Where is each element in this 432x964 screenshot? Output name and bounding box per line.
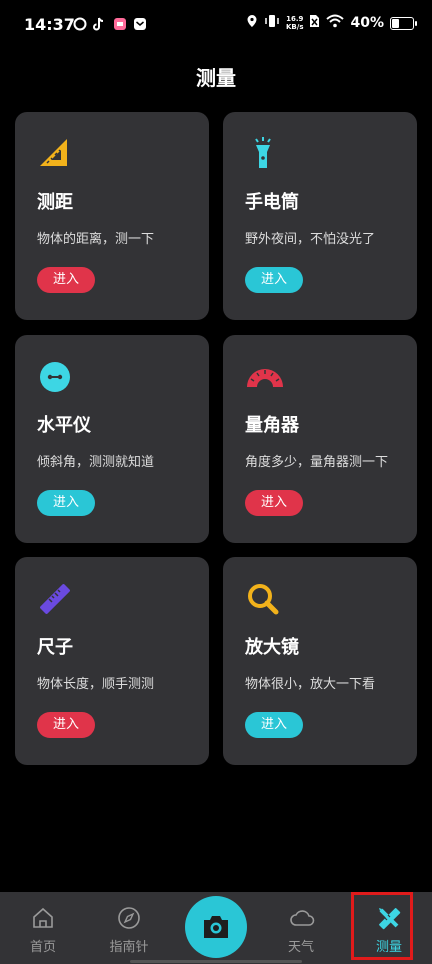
nav-item-home[interactable]: 首页 (0, 892, 86, 964)
enter-button-ruler[interactable]: 进入 (37, 712, 95, 738)
page-title: 测量 (196, 66, 236, 90)
card-title: 尺子 (37, 637, 73, 658)
card-protractor[interactable]: 量角器 角度多少，量角器测一下 进入 (223, 335, 417, 543)
ruler-icon (37, 581, 73, 617)
net-speed: 16.9 KB/s (286, 15, 303, 31)
flashlight-icon (245, 136, 281, 172)
home-indicator (130, 960, 302, 963)
card-level[interactable]: 水平仪 倾斜角，测测就知道 进入 (15, 335, 209, 543)
card-flashlight[interactable]: 手电筒 野外夜间，不怕没光了 进入 (223, 112, 417, 320)
app-badge-icon (113, 16, 127, 30)
enter-button-magnifier[interactable]: 进入 (245, 712, 303, 738)
mail-app-icon (133, 16, 147, 30)
nav-label: 首页 (29, 940, 56, 955)
card-ruler[interactable]: 尺子 物体长度，顺手测测 进入 (15, 557, 209, 765)
nav-label: 天气 (287, 940, 314, 955)
card-title: 量角器 (245, 415, 299, 436)
home-icon (31, 906, 55, 930)
location-icon (246, 14, 258, 32)
enter-button-protractor[interactable]: 进入 (245, 490, 303, 516)
card-title: 水平仪 (37, 415, 91, 436)
camera-button[interactable] (185, 896, 247, 958)
status-time: 14:37 (24, 15, 75, 34)
enter-button-distance[interactable]: 进入 (37, 267, 95, 293)
battery-icon (390, 16, 417, 30)
card-description: 野外夜间，不怕没光了 (245, 232, 376, 247)
battery-fill (392, 18, 400, 28)
enter-button-flashlight[interactable]: 进入 (245, 267, 303, 293)
status-right: 16.9 KB/s 40% (246, 14, 417, 32)
nav-label: 指南针 (109, 940, 149, 955)
magnifier-icon (245, 581, 281, 617)
tiktok-icon (93, 16, 107, 31)
vibrate-icon (264, 14, 280, 32)
nav-label: 测量 (375, 940, 402, 955)
card-description: 物体长度，顺手测测 (37, 677, 155, 692)
battery-percent: 40% (350, 15, 384, 31)
camera-icon (202, 914, 230, 944)
ruler-pencil-icon (377, 906, 401, 930)
net-speed-value: 16.9 (286, 15, 304, 23)
card-title: 放大镜 (245, 637, 299, 658)
card-description: 物体很小，放大一下看 (245, 677, 376, 692)
compass-icon (117, 906, 141, 930)
card-distance[interactable]: 测距 物体的距离，测一下 进入 (15, 112, 209, 320)
nav-item-weather[interactable]: 天气 (258, 892, 344, 964)
card-title: 测距 (37, 192, 73, 213)
card-magnifier[interactable]: 放大镜 物体很小，放大一下看 进入 (223, 557, 417, 765)
cloud-icon (289, 906, 315, 930)
nav-item-measure[interactable]: 测量 (346, 892, 432, 964)
nav-item-compass[interactable]: 指南针 (86, 892, 172, 964)
card-description: 角度多少，量角器测一下 (245, 455, 389, 470)
wifi-icon (326, 14, 345, 32)
enter-button-level[interactable]: 进入 (37, 490, 95, 516)
swirl-app-icon (73, 16, 87, 31)
card-description: 物体的距离，测一下 (37, 232, 155, 247)
card-title: 手电筒 (245, 192, 299, 213)
card-description: 倾斜角，测测就知道 (37, 455, 155, 470)
net-speed-unit: KB/s (286, 23, 304, 31)
status-bar: 14:37 16.9 KB/s 40% (0, 0, 432, 52)
no-sim-icon (309, 14, 320, 32)
level-icon (37, 359, 73, 395)
protractor-icon (245, 359, 283, 395)
notification-icons (73, 16, 147, 31)
ruler-triangle-icon (37, 136, 73, 172)
